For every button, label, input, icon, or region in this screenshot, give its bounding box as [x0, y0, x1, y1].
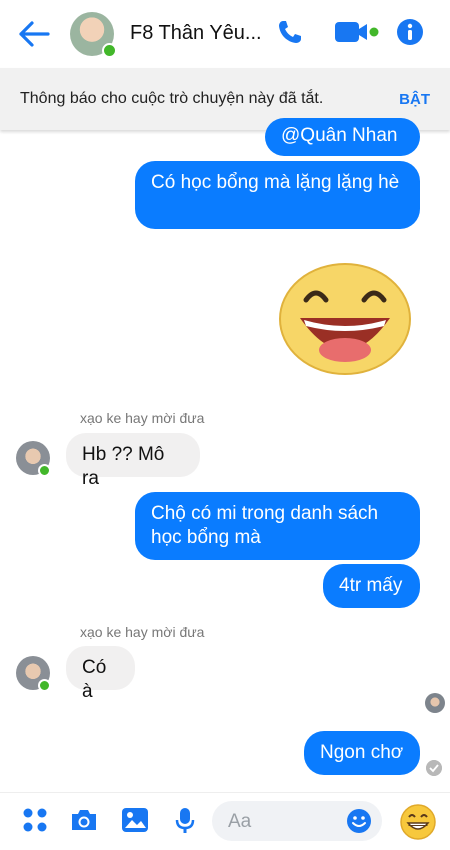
- sender-name: xạo ke hay mời đưa: [80, 624, 205, 640]
- image-icon[interactable]: [121, 807, 149, 833]
- seen-avatar: [425, 693, 445, 713]
- message-input[interactable]: [226, 810, 340, 834]
- info-icon[interactable]: [396, 18, 424, 46]
- phone-icon[interactable]: [276, 18, 304, 46]
- chat-header: F8 Thân Yêu...: [0, 0, 450, 68]
- back-arrow-icon[interactable]: [18, 20, 50, 48]
- four-dots-icon[interactable]: [22, 807, 48, 833]
- muted-notice-text: Thông báo cho cuộc trò chuyện này đã tắt…: [20, 90, 324, 107]
- outgoing-message[interactable]: Có học bổng mà lặng lặng hè: [135, 161, 420, 229]
- online-indicator: [38, 679, 51, 692]
- message-input-container[interactable]: [212, 801, 382, 841]
- outgoing-message[interactable]: Ngon chơ: [304, 731, 420, 775]
- sender-name: xạo ke hay mời đưa: [80, 410, 205, 426]
- online-indicator: [38, 464, 51, 477]
- composer-bar: [0, 792, 450, 850]
- laughing-face-sticker: [279, 263, 411, 375]
- microphone-icon[interactable]: [174, 807, 196, 835]
- smiley-icon[interactable]: [346, 808, 372, 834]
- outgoing-message-mention[interactable]: @Quân Nhan: [265, 118, 420, 156]
- outgoing-message[interactable]: Chộ có mi trong danh sách học bổng mà: [135, 492, 420, 560]
- incoming-message[interactable]: Có à: [66, 646, 135, 702]
- outgoing-message[interactable]: 4tr mấy: [323, 564, 420, 608]
- delivered-check-icon: [426, 760, 442, 776]
- conversation-title[interactable]: F8 Thân Yêu...: [130, 22, 262, 45]
- video-camera-icon[interactable]: [334, 18, 380, 46]
- incoming-message[interactable]: Hb ?? Mô ra: [66, 433, 200, 489]
- unmute-button[interactable]: BẬT: [399, 91, 430, 108]
- grinning-emoji-icon[interactable]: [400, 804, 436, 840]
- online-indicator: [102, 43, 117, 58]
- camera-icon[interactable]: [69, 807, 99, 833]
